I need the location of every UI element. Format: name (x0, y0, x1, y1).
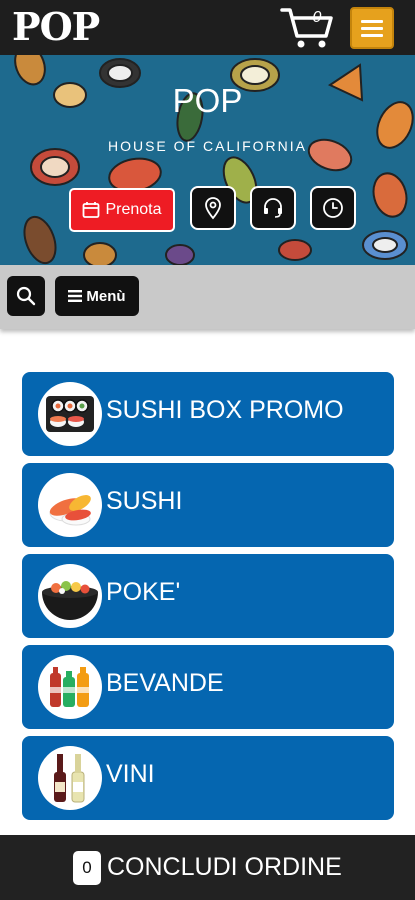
restaurant-name: POP (172, 82, 243, 119)
headset-icon (264, 198, 282, 218)
cart-button[interactable]: 0 (280, 6, 334, 50)
contact-button[interactable] (250, 186, 296, 230)
wine-bottles-icon (38, 746, 102, 810)
hamburger-icon (361, 20, 383, 23)
list-icon (68, 290, 83, 302)
location-button[interactable] (190, 186, 236, 230)
location-pin-icon (205, 197, 221, 220)
hero-banner: POP HOUSE OF CALIFORNIA Prenota (0, 55, 415, 265)
logo[interactable]: POP (12, 4, 100, 50)
poke-bowl-icon (38, 564, 102, 628)
category-label: POKE' (106, 578, 181, 606)
category-sushi-box-promo[interactable]: SUSHI BOX PROMO (22, 372, 394, 456)
category-sushi[interactable]: SUSHI (22, 463, 394, 547)
order-count-badge: 0 (73, 851, 101, 885)
hamburger-icon-line (361, 34, 383, 37)
opening-hours-button[interactable] (310, 186, 356, 230)
category-label: SUSHI (106, 487, 183, 515)
calendar-icon (83, 202, 100, 218)
prenota-label: Prenota (105, 201, 162, 218)
sushi-box-icon (38, 382, 102, 446)
restaurant-tagline: HOUSE OF CALIFORNIA (107, 138, 308, 154)
category-label: SUSHI BOX PROMO (106, 396, 344, 424)
search-icon (16, 286, 36, 306)
category-bevande[interactable]: BEVANDE (22, 645, 394, 729)
menu-label: Menù (86, 287, 126, 305)
cart-count: 0 (312, 9, 322, 26)
category-label: VINI (106, 760, 155, 788)
checkout-bar[interactable]: 0 CONCLUDI ORDINE (0, 835, 415, 900)
checkout-label: CONCLUDI ORDINE (107, 853, 342, 881)
drinks-icon (38, 655, 102, 719)
search-button[interactable] (7, 276, 45, 316)
category-vini[interactable]: VINI (22, 736, 394, 820)
nigiri-icon (38, 473, 102, 537)
hamburger-menu-button[interactable] (350, 7, 394, 49)
category-label: BEVANDE (106, 669, 224, 697)
clock-icon (323, 198, 343, 218)
hamburger-icon-line (361, 27, 383, 30)
top-bar: POP 0 (0, 0, 415, 55)
category-poke[interactable]: POKE' (22, 554, 394, 638)
search-menu-bar: Menù (0, 265, 415, 329)
menu-button[interactable]: Menù (55, 276, 139, 316)
prenota-button[interactable]: Prenota (69, 188, 175, 232)
